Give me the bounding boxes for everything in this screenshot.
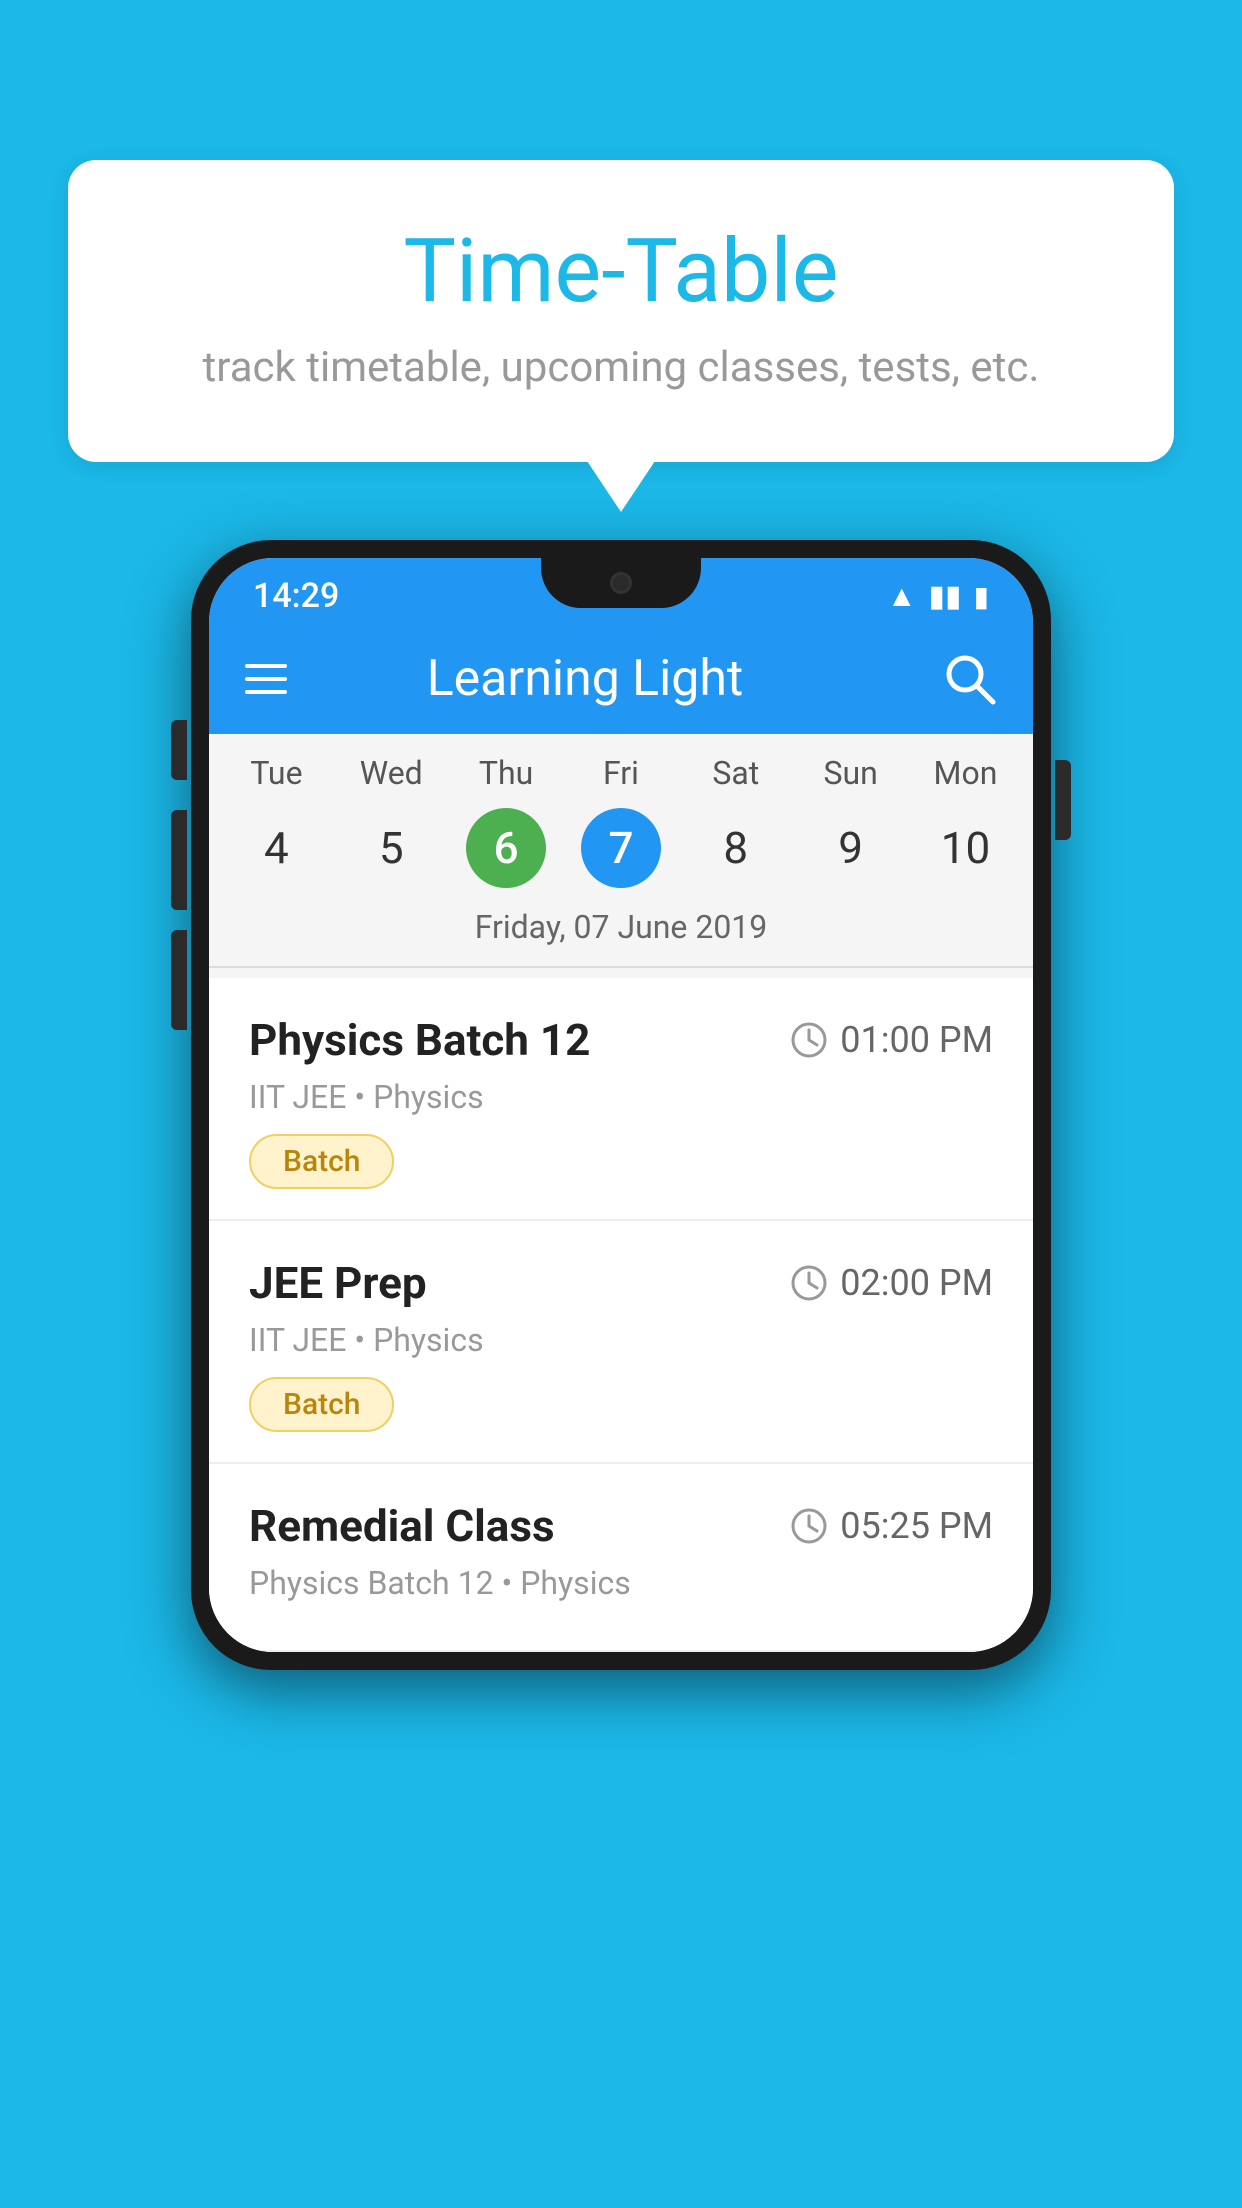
phone-outer-shell: 14:29 ▲ ▮▮ ▮ Learning Light [191, 540, 1051, 1670]
status-time: 14:29 [253, 576, 339, 616]
item-title: Remedial Class [249, 1500, 555, 1552]
item-header: JEE Prep 02:00 PM [249, 1257, 993, 1309]
item-time-text: 05:25 PM [840, 1505, 993, 1547]
phone-screen: 14:29 ▲ ▮▮ ▮ Learning Light [209, 558, 1033, 1652]
day-label: Mon [934, 754, 998, 792]
day-label: Fri [603, 754, 639, 792]
app-bar: Learning Light [209, 624, 1033, 734]
clock-icon [790, 1264, 828, 1302]
front-camera [610, 572, 632, 594]
schedule-item[interactable]: Physics Batch 12 01:00 PM IIT JEE • Physi… [209, 978, 1033, 1221]
day-label: Thu [479, 754, 533, 792]
day-col-tue[interactable]: Tue 4 [226, 754, 326, 888]
app-title: Learning Light [227, 650, 943, 708]
day-col-wed[interactable]: Wed 5 [341, 754, 441, 888]
search-button[interactable] [943, 652, 997, 706]
clock-icon [790, 1507, 828, 1545]
item-header: Remedial Class 05:25 PM [249, 1500, 993, 1552]
item-time: 05:25 PM [790, 1505, 993, 1547]
day-number[interactable]: 7 [581, 808, 661, 888]
day-col-sun[interactable]: Sun 9 [801, 754, 901, 888]
day-number[interactable]: 10 [925, 808, 1005, 888]
day-col-mon[interactable]: Mon 10 [915, 754, 1015, 888]
schedule-list: Physics Batch 12 01:00 PM IIT JEE • Physi… [209, 978, 1033, 1652]
schedule-item[interactable]: JEE Prep 02:00 PM IIT JEE • Physics Batch [209, 1221, 1033, 1464]
day-col-sat[interactable]: Sat 8 [686, 754, 786, 888]
speech-bubble-container: Time-Table track timetable, upcoming cla… [68, 160, 1174, 462]
batch-badge: Batch [249, 1134, 394, 1189]
item-time-text: 02:00 PM [840, 1262, 993, 1304]
item-time: 02:00 PM [790, 1262, 993, 1304]
phone-mockup: 14:29 ▲ ▮▮ ▮ Learning Light [191, 540, 1051, 1670]
item-time: 01:00 PM [790, 1019, 993, 1061]
day-label: Tue [250, 754, 302, 792]
selected-date-label: Friday, 07 June 2019 [209, 898, 1033, 966]
day-number[interactable]: 4 [236, 808, 316, 888]
volume-down-button [171, 930, 187, 1030]
calendar-divider [209, 966, 1033, 968]
bubble-title: Time-Table [148, 220, 1094, 323]
day-label: Sun [823, 754, 877, 792]
phone-notch [541, 558, 701, 608]
speech-bubble: Time-Table track timetable, upcoming cla… [68, 160, 1174, 462]
day-col-fri[interactable]: Fri 7 [571, 754, 671, 888]
batch-badge: Batch [249, 1377, 394, 1432]
item-meta: IIT JEE • Physics [249, 1321, 993, 1359]
item-title: Physics Batch 12 [249, 1014, 590, 1066]
silent-button [171, 720, 187, 780]
calendar-strip: Tue 4 Wed 5 Thu 6 Fri 7 Sat 8 Sun 9 Mon 10 Friday, 07… [209, 734, 1033, 978]
day-number[interactable]: 9 [811, 808, 891, 888]
item-meta: IIT JEE • Physics [249, 1078, 993, 1116]
schedule-item[interactable]: Remedial Class 05:25 PM Physics Batch 12 … [209, 1464, 1033, 1652]
power-button [1055, 760, 1071, 840]
day-label: Wed [360, 754, 423, 792]
day-number[interactable]: 8 [696, 808, 776, 888]
wifi-icon: ▲ [887, 579, 917, 614]
item-header: Physics Batch 12 01:00 PM [249, 1014, 993, 1066]
item-time-text: 01:00 PM [840, 1019, 993, 1061]
battery-icon: ▮ [974, 580, 989, 613]
status-bar: 14:29 ▲ ▮▮ ▮ [209, 558, 1033, 624]
volume-up-button [171, 810, 187, 910]
day-number[interactable]: 6 [466, 808, 546, 888]
days-row: Tue 4 Wed 5 Thu 6 Fri 7 Sat 8 Sun 9 Mon 10 [209, 754, 1033, 898]
day-number[interactable]: 5 [351, 808, 431, 888]
day-col-thu[interactable]: Thu 6 [456, 754, 556, 888]
day-label: Sat [712, 754, 759, 792]
item-title: JEE Prep [249, 1257, 427, 1309]
clock-icon [790, 1021, 828, 1059]
status-icons: ▲ ▮▮ ▮ [887, 579, 989, 614]
item-meta: Physics Batch 12 • Physics [249, 1564, 993, 1602]
bubble-subtitle: track timetable, upcoming classes, tests… [148, 343, 1094, 392]
signal-icon: ▮▮ [929, 579, 962, 614]
